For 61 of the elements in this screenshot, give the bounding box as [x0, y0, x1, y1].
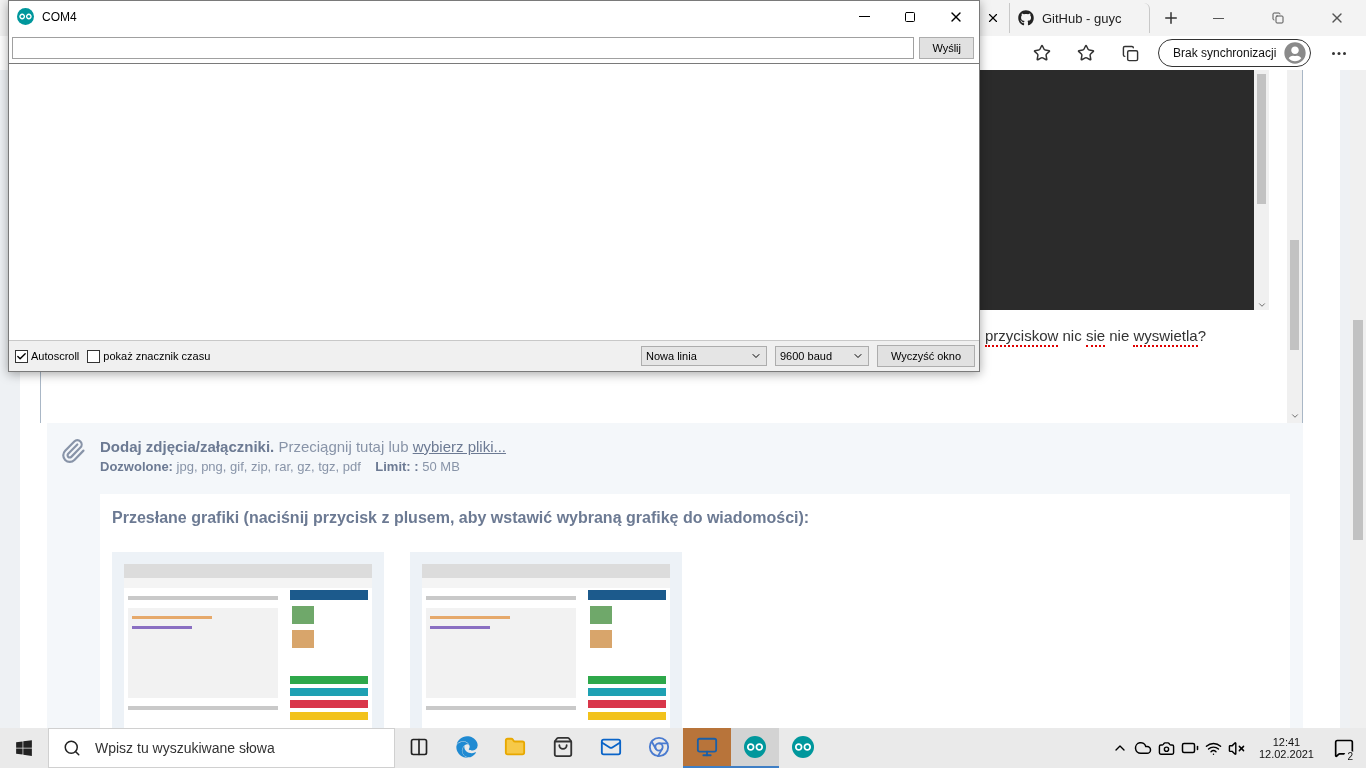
- dropdown-value: Nowa linia: [646, 350, 697, 362]
- scroll-down-icon: [1289, 411, 1300, 421]
- github-icon: [1018, 10, 1034, 26]
- input-field[interactable]: [12, 36, 915, 59]
- more-icon: [1332, 51, 1347, 55]
- volume-icon[interactable]: [1227, 739, 1245, 757]
- baud-dropdown[interactable]: 9600 baud: [775, 346, 869, 366]
- scrollbar[interactable]: [1254, 70, 1269, 310]
- browser-tab[interactable]: GitHub - guyc: [1010, 3, 1150, 33]
- monitor-icon: [696, 736, 718, 758]
- maximize-icon: [904, 10, 916, 23]
- restore-icon: [1271, 12, 1284, 24]
- plus-icon: [1162, 9, 1180, 27]
- thumbnail[interactable]: [112, 552, 384, 728]
- clear-button[interactable]: Wyczyść okno: [877, 345, 975, 367]
- scrollbar-thumb[interactable]: [1257, 74, 1266, 204]
- arduino-icon: [17, 8, 34, 25]
- page-scrollbar[interactable]: [1350, 70, 1366, 728]
- thumbnail[interactable]: [410, 552, 682, 728]
- scrollbar[interactable]: [1287, 70, 1302, 423]
- send-button[interactable]: Wyślij: [919, 36, 974, 59]
- dropdown-value: 9600 baud: [780, 350, 832, 362]
- windows-icon: [15, 739, 33, 757]
- star-icon: [1077, 44, 1095, 62]
- clock[interactable]: 12:41 12.02.2021: [1250, 736, 1322, 760]
- uploads-title: Przesłane grafiki (naciśnij przycisk z plusem, aby wstawić wybraną grafikę do wiadomości):: [112, 509, 811, 527]
- search-icon: [63, 739, 81, 757]
- checkbox-option[interactable]: pokaż znacznik czasu: [87, 349, 211, 363]
- scrollbar-thumb[interactable]: [1290, 240, 1299, 350]
- search-field[interactable]: Wpisz tu wyszukiwane słowa: [93, 739, 394, 757]
- edge-icon: [456, 736, 478, 758]
- mail-icon: [600, 736, 622, 758]
- checkbox[interactable]: [87, 349, 101, 363]
- notifications-button[interactable]: 2: [1328, 730, 1360, 766]
- checkbox-option[interactable]: Autoscroll: [15, 349, 80, 363]
- paperclip-icon: [60, 438, 86, 464]
- checkbox[interactable]: [15, 349, 28, 363]
- minimize-icon: [858, 16, 870, 17]
- line-ending-dropdown[interactable]: Nowa linia: [641, 346, 767, 366]
- attachment-hint: Dodaj zdjęcia/załączniki. Przeciągnij tutaj lub wybierz pliki...: [100, 438, 506, 455]
- task-view-icon: [409, 737, 429, 757]
- scrollbar-thumb[interactable]: [1353, 320, 1363, 540]
- folder-icon: [504, 736, 526, 758]
- store-icon: [552, 736, 574, 758]
- scroll-down-icon: [1256, 300, 1267, 310]
- collections-icon: [1121, 44, 1139, 62]
- sync-button[interactable]: Brak synchronizacji: [1158, 39, 1312, 67]
- choose-files-link[interactable]: wybierz pliki...: [412, 438, 506, 455]
- search-bar[interactable]: Wpisz tu wyszukiwane słowa: [48, 728, 395, 768]
- chrome-icon: [648, 736, 670, 758]
- check-icon: [16, 350, 27, 362]
- star-icon: [1033, 44, 1051, 62]
- notification-icon: [1334, 738, 1354, 758]
- minimize-icon: [1213, 17, 1224, 19]
- arduino-icon: [792, 736, 814, 758]
- allowed-types-text: Dozwolone: jpg, png, gif, zip, rar, gz, tgz, pdf Limit: : 50 MB: [100, 459, 461, 474]
- arduino-icon: [744, 736, 766, 758]
- avatar-icon: [1284, 42, 1307, 64]
- window-title: COM4: [42, 9, 77, 24]
- cloud-icon[interactable]: [1133, 739, 1152, 757]
- camera-icon[interactable]: [1157, 739, 1175, 757]
